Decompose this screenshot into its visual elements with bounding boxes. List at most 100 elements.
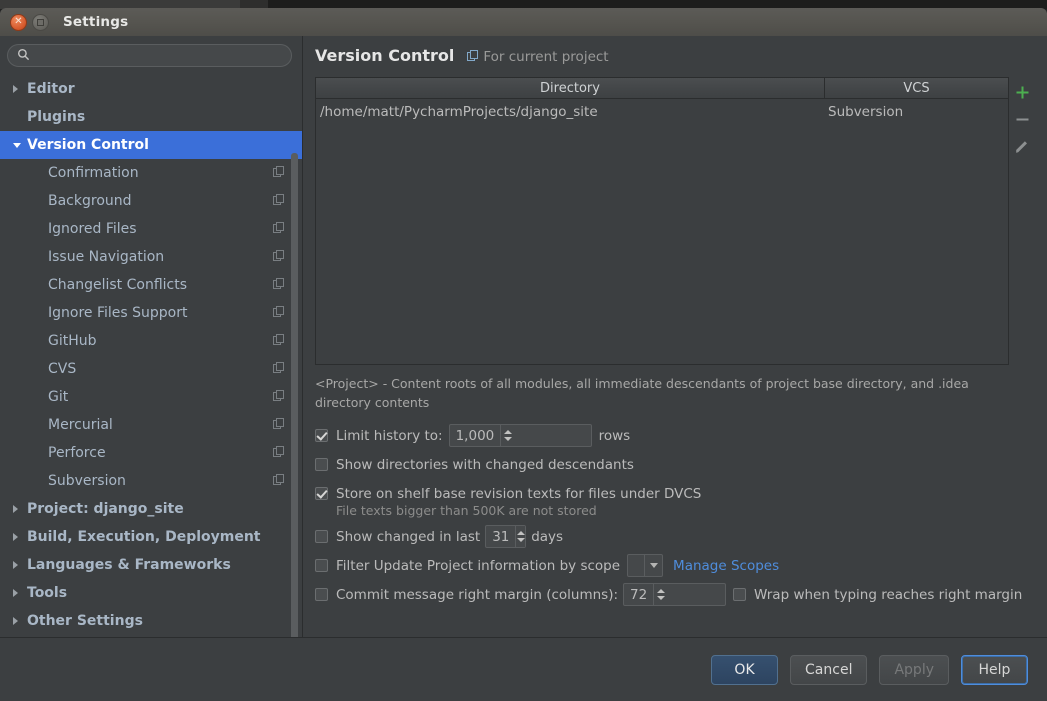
- sidebar-item-git[interactable]: Git: [0, 383, 302, 411]
- chevron-right-icon[interactable]: [13, 561, 27, 569]
- column-header-directory[interactable]: Directory: [316, 78, 825, 99]
- sidebar-item-label: Mercurial: [48, 417, 113, 433]
- window-title: Settings: [63, 14, 129, 30]
- sidebar-item-cvs[interactable]: CVS: [0, 355, 302, 383]
- sidebar-item-label: Tools: [27, 585, 68, 601]
- main-panel: Version Control For current project Dire…: [304, 36, 1047, 665]
- close-icon[interactable]: ✕: [10, 13, 27, 31]
- sidebar-item-editor[interactable]: Editor: [0, 75, 302, 103]
- chevron-right-icon[interactable]: [13, 533, 27, 541]
- show-changed-days-spinner-buttons[interactable]: [515, 526, 526, 547]
- cell-vcs: Subversion: [828, 104, 904, 120]
- table-row[interactable]: /home/matt/PycharmProjects/django_site Su…: [316, 99, 1008, 125]
- remove-directory-button[interactable]: [1009, 106, 1035, 133]
- spinner-up-icon[interactable]: [504, 430, 513, 434]
- scope-select-value[interactable]: [628, 555, 644, 576]
- project-scope-icon: [273, 305, 284, 321]
- show-changed-in-last-checkbox[interactable]: [315, 530, 328, 543]
- apply-button: Apply: [879, 654, 949, 685]
- ok-button[interactable]: OK: [711, 654, 779, 685]
- sidebar-item-ignore-files-support[interactable]: Ignore Files Support: [0, 299, 302, 327]
- sidebar-item-changelist-conflicts[interactable]: Changelist Conflicts: [0, 271, 302, 299]
- commit-right-margin-spinner-buttons[interactable]: [653, 584, 669, 605]
- dialog-body: Editor Plugins Version Control Confirmation…: [0, 36, 1047, 701]
- commit-right-margin-spinner[interactable]: 72: [623, 583, 727, 606]
- sidebar-item-build-execution-deployment[interactable]: Build, Execution, Deployment: [0, 523, 302, 551]
- search-box[interactable]: [7, 44, 292, 67]
- spinner-up-icon[interactable]: [657, 589, 666, 593]
- sidebar-item-confirmation[interactable]: Confirmation: [0, 159, 302, 187]
- store-on-shelf-checkbox[interactable]: [315, 487, 328, 500]
- sidebar-item-label: Project: django_site: [27, 501, 184, 517]
- search-input[interactable]: [30, 48, 291, 63]
- manage-scopes-link[interactable]: Manage Scopes: [673, 558, 779, 574]
- column-header-vcs[interactable]: VCS: [825, 78, 1008, 99]
- project-scope-icon: [273, 417, 284, 433]
- sidebar-item-project-django-site[interactable]: Project: django_site: [0, 495, 302, 523]
- show-changed-days-value[interactable]: 31: [486, 526, 515, 547]
- sidebar-item-label: Confirmation: [48, 165, 139, 181]
- sidebar-item-label: Editor: [27, 81, 75, 97]
- filter-by-scope-label: Filter Update Project information by sco…: [336, 557, 621, 574]
- sidebar-item-github[interactable]: GitHub: [0, 327, 302, 355]
- limit-history-spinner-buttons[interactable]: [500, 425, 516, 446]
- commit-right-margin-label: Commit message right margin (columns):: [336, 586, 619, 603]
- settings-tree: Editor Plugins Version Control Confirmation…: [0, 73, 302, 635]
- chevron-right-icon[interactable]: [13, 505, 27, 513]
- sidebar-item-issue-navigation[interactable]: Issue Navigation: [0, 243, 302, 271]
- sidebar-item-plugins[interactable]: Plugins: [0, 103, 302, 131]
- show-dirs-changed-descendants-checkbox[interactable]: [315, 458, 328, 471]
- sidebar-scrollbar-thumb[interactable]: [291, 153, 298, 663]
- maximize-icon[interactable]: [32, 13, 49, 31]
- project-scope-icon: [273, 473, 284, 489]
- window-titlebar: ✕ Settings: [0, 8, 1047, 36]
- sidebar-item-languages-frameworks[interactable]: Languages & Frameworks: [0, 551, 302, 579]
- show-changed-days-spinner[interactable]: 31: [485, 525, 527, 548]
- commit-right-margin-value[interactable]: 72: [624, 584, 653, 605]
- sidebar-item-mercurial[interactable]: Mercurial: [0, 411, 302, 439]
- settings-sidebar: Editor Plugins Version Control Confirmation…: [0, 36, 303, 665]
- scope-select[interactable]: [627, 554, 664, 577]
- spinner-up-icon[interactable]: [516, 531, 525, 535]
- sidebar-item-label: Other Settings: [27, 613, 143, 629]
- limit-history-spinner[interactable]: 1,000: [448, 424, 592, 447]
- sidebar-item-label: CVS: [48, 361, 77, 377]
- chevron-down-icon[interactable]: [644, 555, 662, 576]
- filter-by-scope-checkbox[interactable]: [315, 559, 328, 572]
- spinner-down-icon[interactable]: [516, 538, 525, 542]
- limit-history-checkbox[interactable]: [315, 429, 328, 442]
- limit-history-value[interactable]: 1,000: [450, 425, 501, 446]
- spinner-down-icon[interactable]: [504, 437, 513, 441]
- show-changed-in-last-label: Show changed in last: [336, 528, 481, 545]
- mappings-table-header: Directory VCS: [316, 78, 1008, 99]
- chevron-right-icon[interactable]: [13, 617, 27, 625]
- sidebar-item-label: Build, Execution, Deployment: [27, 529, 261, 545]
- sidebar-item-background[interactable]: Background: [0, 187, 302, 215]
- edit-directory-button[interactable]: [1009, 133, 1035, 160]
- commit-right-margin-checkbox[interactable]: [315, 588, 328, 601]
- option-commit-right-margin: Commit message right margin (columns): 7…: [315, 580, 1035, 609]
- store-on-shelf-label: Store on shelf base revision texts for f…: [336, 485, 702, 502]
- wrap-when-typing-checkbox[interactable]: [733, 588, 747, 601]
- add-directory-button[interactable]: [1009, 79, 1035, 106]
- project-scope-icon: [273, 445, 284, 461]
- sidebar-item-version-control[interactable]: Version Control: [0, 131, 302, 159]
- project-scope-icon: [273, 333, 284, 349]
- sidebar-scrollbar[interactable]: [291, 36, 298, 665]
- project-scope-icon: [273, 277, 284, 293]
- chevron-right-icon[interactable]: [13, 589, 27, 597]
- chevron-right-icon[interactable]: [13, 85, 27, 93]
- sidebar-item-tools[interactable]: Tools: [0, 579, 302, 607]
- sidebar-item-perforce[interactable]: Perforce: [0, 439, 302, 467]
- cancel-button[interactable]: Cancel: [790, 654, 868, 685]
- sidebar-item-label: Issue Navigation: [48, 249, 165, 265]
- spinner-down-icon[interactable]: [657, 596, 666, 600]
- sidebar-item-other-settings[interactable]: Other Settings: [0, 607, 302, 635]
- help-button[interactable]: Help: [961, 654, 1028, 685]
- sidebar-item-label: Ignore Files Support: [48, 305, 188, 321]
- sidebar-item-ignored-files[interactable]: Ignored Files: [0, 215, 302, 243]
- vcs-directory-mappings: Directory VCS /home/matt/PycharmProjects…: [315, 77, 1035, 365]
- chevron-down-icon[interactable]: [13, 142, 27, 148]
- sidebar-item-subversion[interactable]: Subversion: [0, 467, 302, 495]
- mappings-table-body: /home/matt/PycharmProjects/django_site Su…: [316, 99, 1008, 364]
